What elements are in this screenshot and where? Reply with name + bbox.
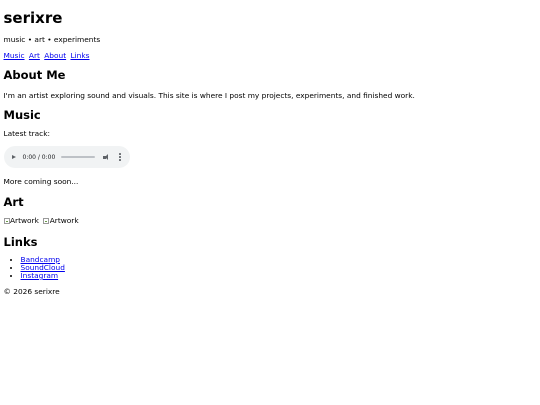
nav-link-art[interactable]: Art: [29, 51, 40, 60]
site-tagline: music • art • experiments: [3, 35, 101, 44]
art-gallery: Artwork Artwork: [3, 216, 540, 227]
artwork-alt: Artwork: [49, 216, 79, 225]
coming-soon-text: More coming soon...: [3, 177, 79, 186]
list-item: Instagram: [21, 272, 540, 280]
links-list: Bandcamp SoundCloud Instagram: [4, 256, 540, 280]
list-item: SoundCloud: [21, 264, 540, 272]
about-heading: About Me: [3, 68, 66, 82]
artwork-image: Artwork: [3, 216, 39, 226]
site-title: serixre: [3, 9, 63, 27]
audio-player: 0:00 / 0:00: [3, 146, 130, 168]
seek-slider[interactable]: [61, 156, 96, 158]
footer-copyright: © 2026 serixre: [3, 287, 60, 296]
play-icon[interactable]: [11, 155, 16, 159]
link-instagram[interactable]: Instagram: [21, 271, 59, 280]
broken-image-icon: [43, 218, 50, 224]
player-time: 0:00 / 0:00: [22, 153, 56, 161]
list-item: Bandcamp: [21, 256, 540, 264]
music-heading: Music: [3, 108, 41, 122]
nav-link-about[interactable]: About: [44, 51, 66, 60]
volume-icon[interactable]: [103, 153, 111, 161]
broken-image-icon: [3, 218, 10, 224]
about-text: I'm an artist exploring sound and visual…: [3, 91, 415, 100]
links-heading: Links: [3, 235, 38, 249]
art-heading: Art: [3, 195, 24, 209]
nav-link-links[interactable]: Links: [70, 51, 89, 60]
latest-track-label: Latest track:: [3, 129, 51, 138]
more-options-icon[interactable]: [119, 153, 121, 161]
artwork-image: Artwork: [43, 216, 79, 226]
artwork-alt: Artwork: [10, 216, 39, 225]
main-nav: Music Art About Links: [4, 51, 540, 60]
page-content: serixre music • art • experiments Music …: [0, 0, 540, 297]
nav-link-music[interactable]: Music: [4, 51, 25, 60]
